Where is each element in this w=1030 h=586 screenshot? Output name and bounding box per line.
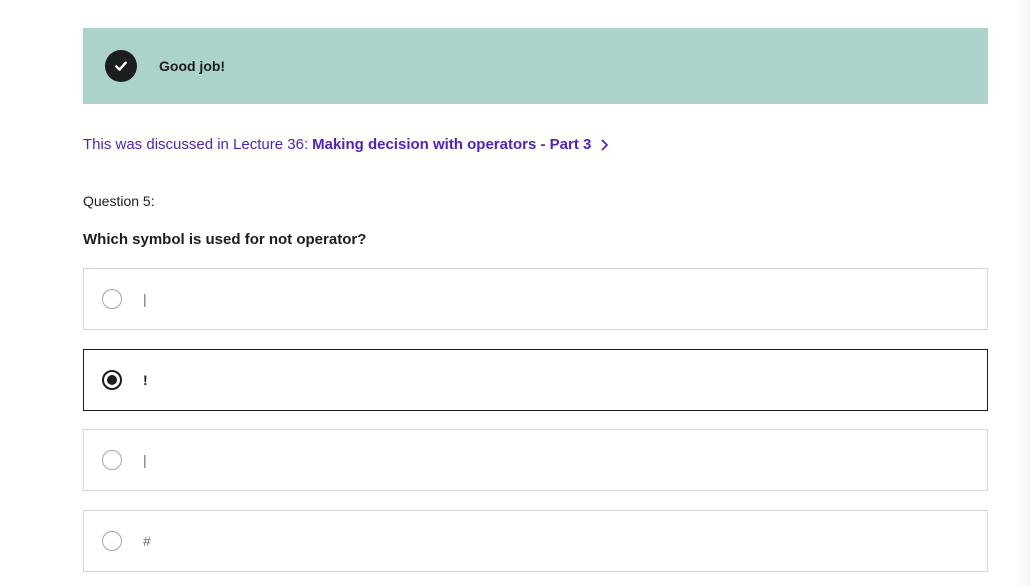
answer-option-2[interactable]: ! [83, 349, 988, 411]
quiz-result-page: Good job! This was discussed in Lecture … [0, 0, 1030, 586]
chevron-right-icon [601, 139, 609, 151]
answer-option-label: | [143, 452, 147, 468]
scroll-edge [1014, 0, 1030, 586]
lecture-reference-link[interactable]: This was discussed in Lecture 36: Making… [83, 136, 609, 153]
radio-button[interactable] [102, 450, 122, 470]
answer-option-3[interactable]: | [83, 429, 988, 491]
answer-option-label: | [143, 291, 147, 307]
lecture-reference-prefix: This was discussed in Lecture 36: [83, 136, 309, 153]
check-circle-icon [105, 50, 137, 82]
answer-option-label: ! [143, 372, 148, 388]
radio-button[interactable] [102, 289, 122, 309]
radio-selected-dot [107, 375, 117, 385]
radio-button-selected[interactable] [102, 370, 122, 390]
answer-option-label: # [143, 533, 151, 549]
answer-option-1[interactable]: | [83, 268, 988, 330]
question-prompt: Which symbol is used for not operator? [83, 231, 367, 248]
feedback-message: Good job! [159, 58, 226, 74]
radio-button[interactable] [102, 531, 122, 551]
lecture-title[interactable]: Making decision with operators - Part 3 [312, 136, 591, 153]
question-number: Question 5: [83, 193, 155, 209]
feedback-banner: Good job! [83, 28, 988, 104]
answer-option-4[interactable]: # [83, 510, 988, 572]
